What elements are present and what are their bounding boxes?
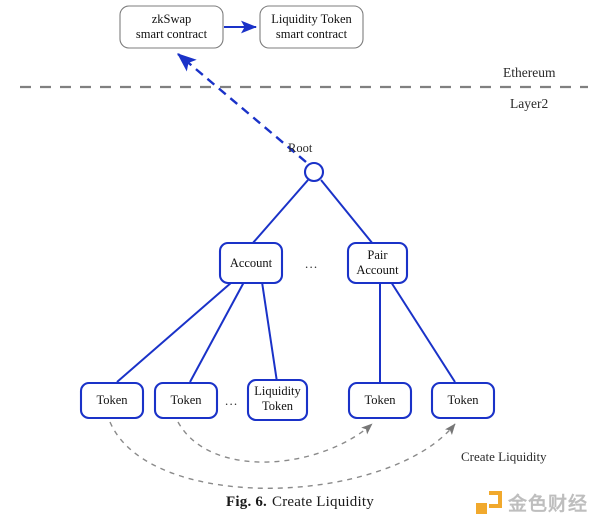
token-5-node-label: Token: [447, 393, 479, 407]
token-2-node[interactable]: Token: [153, 381, 219, 420]
edge-root-account: [251, 179, 309, 245]
token-1-node-label: Token: [96, 393, 128, 407]
root-node-circle: [303, 161, 325, 183]
edge-account-token1: [116, 281, 233, 383]
zkswap-contract-box[interactable]: zkSwap smart contract: [119, 5, 224, 49]
pair-account-node-line1: Pair: [367, 248, 388, 262]
zkswap-contract-line1: zkSwap: [152, 12, 192, 26]
root-commit-arrow: [177, 53, 307, 163]
pair-account-node-line2: Account: [356, 263, 399, 277]
zkswap-contract-line2: smart contract: [136, 27, 208, 41]
account-node[interactable]: Account: [218, 241, 284, 285]
edge-account-liquidity-token: [261, 281, 278, 383]
mid-level-ellipsis: ...: [305, 256, 318, 271]
layer2-label: Layer2: [510, 96, 548, 111]
figure-container: zkSwap smart contract Liquidity Token sm…: [0, 0, 600, 525]
edge-root-pair-account: [320, 179, 374, 245]
liquidity-token-leaf-line2: Token: [262, 399, 294, 413]
pair-account-node[interactable]: Pair Account: [346, 241, 409, 285]
edge-pair-account-token5: [390, 281, 456, 383]
jinse-logo-icon: [475, 491, 502, 517]
token-4-node[interactable]: Token: [347, 381, 413, 420]
edge-account-token2: [189, 281, 245, 383]
figure-caption-number: Fig. 6.: [226, 494, 268, 510]
token-5-node[interactable]: Token: [430, 381, 496, 420]
ethereum-layer-label: Ethereum: [503, 65, 556, 80]
leaf-level-ellipsis: ...: [225, 393, 238, 408]
liquidity-token-contract-line1: Liquidity Token: [271, 12, 352, 26]
liquidity-token-contract-box[interactable]: Liquidity Token smart contract: [259, 5, 364, 49]
token-1-node[interactable]: Token: [79, 381, 145, 420]
create-liquidity-curve-inner: [177, 421, 373, 463]
token-4-node-label: Token: [364, 393, 396, 407]
figure-caption-title: Create Liquidity: [272, 494, 374, 510]
liquidity-token-contract-line2: smart contract: [276, 27, 348, 41]
watermark: 金色财经: [475, 491, 588, 517]
liquidity-token-leaf-node[interactable]: Liquidity Token: [246, 378, 309, 422]
account-node-label: Account: [230, 256, 273, 270]
create-liquidity-annotation: Create Liquidity: [461, 449, 547, 464]
token-2-node-label: Token: [170, 393, 202, 407]
create-liquidity-curve-outer: [109, 421, 456, 489]
root-node-label: Root: [288, 141, 313, 155]
diagram-canvas: zkSwap smart contract Liquidity Token sm…: [20, 5, 588, 489]
watermark-text: 金色财经: [507, 492, 588, 515]
liquidity-token-leaf-line1: Liquidity: [254, 384, 301, 398]
